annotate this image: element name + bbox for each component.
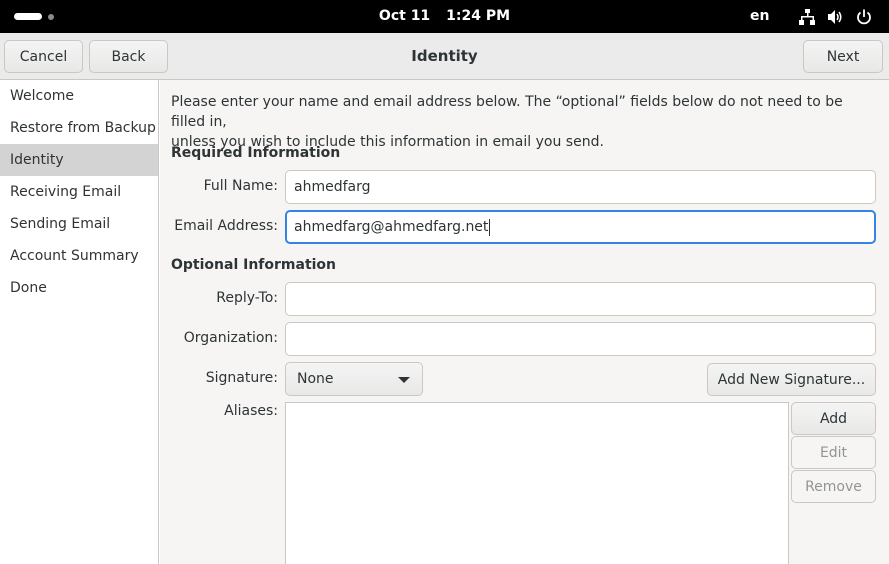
identity-form: Please enter your name and email address… xyxy=(160,80,889,564)
system-top-bar: Oct 11 1:24 PM en xyxy=(0,0,889,33)
organization-field[interactable] xyxy=(285,322,876,356)
remove-alias-button[interactable]: Remove xyxy=(791,470,876,503)
wizard-steps-sidebar: Welcome Restore from Backup Identity Rec… xyxy=(0,80,159,564)
add-alias-button[interactable]: Add xyxy=(791,402,876,435)
sidebar-item-done[interactable]: Done xyxy=(0,272,158,304)
intro-line-1: Please enter your name and email address… xyxy=(171,94,843,130)
sidebar-item-sending-email[interactable]: Sending Email xyxy=(0,208,158,240)
edit-alias-button[interactable]: Edit xyxy=(791,436,876,469)
sidebar-item-welcome[interactable]: Welcome xyxy=(0,80,158,112)
required-information-heading: Required Information xyxy=(171,145,341,161)
next-button[interactable]: Next xyxy=(803,40,883,73)
text-cursor xyxy=(489,218,491,236)
intro-text: Please enter your name and email address… xyxy=(171,92,861,152)
optional-information-heading: Optional Information xyxy=(171,257,337,273)
header-bar: Cancel Back Identity Next xyxy=(0,33,889,80)
signature-selected-value: None xyxy=(297,371,334,387)
network-icon[interactable] xyxy=(799,9,815,25)
full-name-field[interactable]: ahmedfarg xyxy=(285,170,876,204)
signature-label: Signature: xyxy=(205,370,278,386)
sidebar-item-restore-from-backup[interactable]: Restore from Backup xyxy=(0,112,158,144)
sidebar-item-receiving-email[interactable]: Receiving Email xyxy=(0,176,158,208)
signature-dropdown[interactable]: None xyxy=(285,362,423,396)
add-new-signature-button[interactable]: Add New Signature... xyxy=(707,363,876,396)
power-icon[interactable] xyxy=(856,9,872,25)
reply-to-field[interactable] xyxy=(285,282,876,316)
sidebar-item-identity[interactable]: Identity xyxy=(0,144,158,176)
full-name-value: ahmedfarg xyxy=(294,179,371,195)
email-address-field[interactable]: ahmedfarg@ahmedfarg.net xyxy=(285,210,876,244)
clock-date: Oct 11 xyxy=(378,8,431,24)
chevron-down-icon xyxy=(398,377,410,383)
sidebar-item-account-summary[interactable]: Account Summary xyxy=(0,240,158,272)
email-address-label: Email Address: xyxy=(174,218,278,234)
volume-icon[interactable] xyxy=(827,9,843,25)
reply-to-label: Reply-To: xyxy=(216,290,278,306)
aliases-label: Aliases: xyxy=(224,403,278,419)
aliases-list[interactable] xyxy=(285,402,789,564)
page-title: Identity xyxy=(411,47,478,65)
clock-time: 1:24 PM xyxy=(446,8,511,24)
email-address-value: ahmedfarg@ahmedfarg.net xyxy=(294,219,489,235)
organization-label: Organization: xyxy=(183,330,278,346)
full-name-label: Full Name: xyxy=(203,178,278,194)
input-language-indicator[interactable]: en xyxy=(750,8,769,24)
